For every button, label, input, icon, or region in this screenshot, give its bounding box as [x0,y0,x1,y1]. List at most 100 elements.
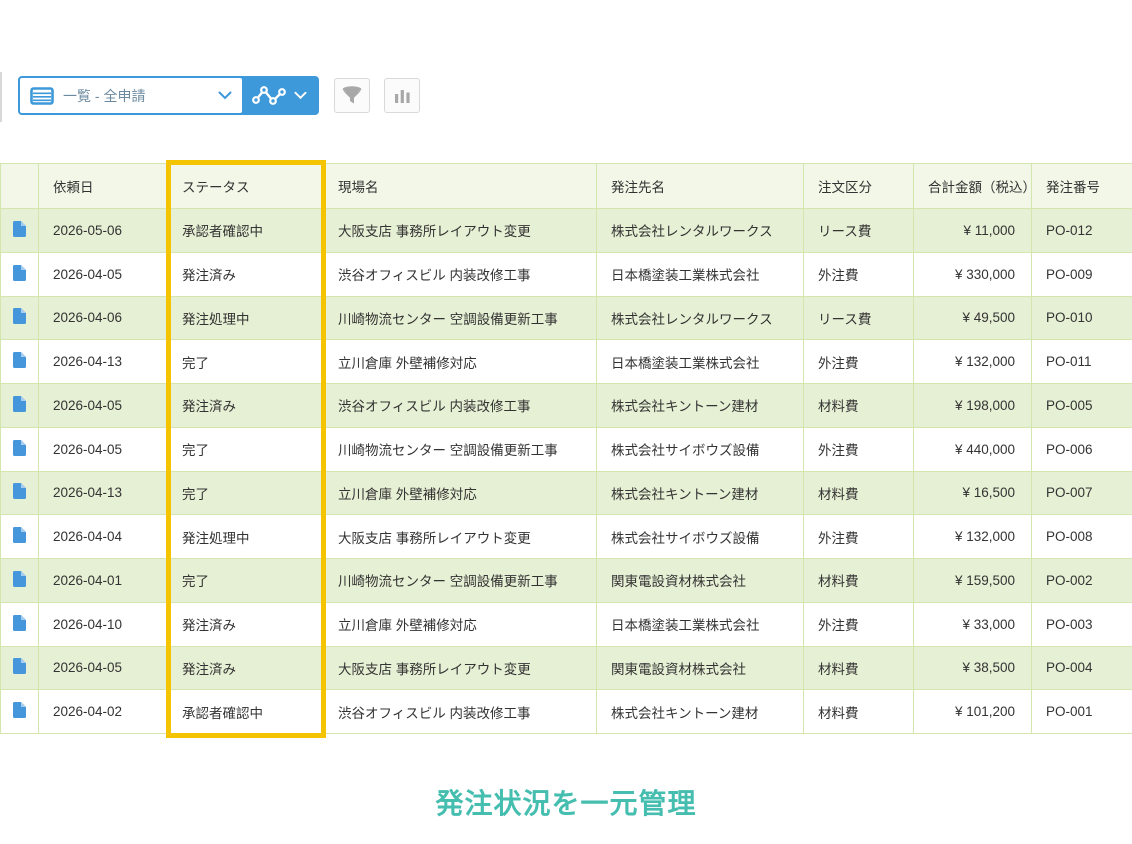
cell-po-number: PO-011 [1032,340,1132,384]
cell-request-date: 2026-04-13 [39,340,168,384]
graph-toggle-button[interactable] [242,78,317,113]
table-row[interactable]: 2026-04-01 完了 川崎物流センター 空調設備更新工事 関東電設資材株式… [1,559,1132,603]
cell-po-number: PO-012 [1032,209,1132,253]
records-table: 依頼日 ステータス 現場名 発注先名 注文区分 合計金額（税込） 発注番号 [0,163,1132,734]
table-row[interactable]: 2026-04-05 発注済み 渋谷オフィスビル 内装改修工事 株式会社キントー… [1,384,1132,428]
cell-supplier-name: 株式会社キントーン建材 [597,384,804,428]
cell-po-number: PO-001 [1032,690,1132,734]
cell-po-number: PO-003 [1032,602,1132,646]
cell-total-amount: ¥ 198,000 [914,384,1032,428]
cell-request-date: 2026-04-06 [39,296,168,340]
cell-status: 完了 [168,340,324,384]
record-icon-cell [1,296,39,340]
page-caption: 発注状況を一元管理 [0,782,1132,822]
header-site-name[interactable]: 現場名 [324,164,597,209]
cell-request-date: 2026-04-01 [39,559,168,603]
view-dropdown[interactable]: 一覧 - 全申請 [20,78,242,113]
filter-button[interactable] [334,78,370,113]
cell-supplier-name: 株式会社サイボウズ設備 [597,515,804,559]
cell-request-date: 2026-05-06 [39,209,168,253]
cell-po-number: PO-005 [1032,384,1132,428]
table-row[interactable]: 2026-04-13 完了 立川倉庫 外壁補修対応 株式会社キントーン建材 材料… [1,471,1132,515]
cell-site-name: 大阪支店 事務所レイアウト変更 [324,646,597,690]
cell-order-category: 外注費 [804,252,914,296]
table-row[interactable]: 2026-04-10 発注済み 立川倉庫 外壁補修対応 日本橋塗装工業株式会社 … [1,602,1132,646]
cell-total-amount: ¥ 101,200 [914,690,1032,734]
cell-status: 完了 [168,427,324,471]
cell-total-amount: ¥ 49,500 [914,296,1032,340]
document-icon[interactable] [13,571,26,587]
header-icon-column [1,164,39,209]
cell-status: 完了 [168,471,324,515]
records-table-container: 依頼日 ステータス 現場名 発注先名 注文区分 合計金額（税込） 発注番号 [0,163,1132,735]
cell-po-number: PO-004 [1032,646,1132,690]
cell-supplier-name: 株式会社キントーン建材 [597,690,804,734]
cell-po-number: PO-009 [1032,252,1132,296]
table-row[interactable]: 2026-05-06 承認者確認中 大阪支店 事務所レイアウト変更 株式会社レン… [1,209,1132,253]
table-row[interactable]: 2026-04-06 発注処理中 川崎物流センター 空調設備更新工事 株式会社レ… [1,296,1132,340]
header-status[interactable]: ステータス [168,164,324,209]
header-order-category[interactable]: 注文区分 [804,164,914,209]
record-icon-cell [1,646,39,690]
document-icon[interactable] [13,352,26,368]
cell-order-category: 材料費 [804,559,914,603]
document-icon[interactable] [13,308,26,324]
view-selector-label: 一覧 - 全申請 [63,86,209,106]
cell-site-name: 立川倉庫 外壁補修対応 [324,471,597,515]
document-icon[interactable] [13,658,26,674]
cell-supplier-name: 日本橋塗装工業株式会社 [597,340,804,384]
cell-total-amount: ¥ 33,000 [914,602,1032,646]
cell-site-name: 渋谷オフィスビル 内装改修工事 [324,690,597,734]
document-icon[interactable] [13,702,26,718]
header-po-number[interactable]: 発注番号 [1032,164,1132,209]
cell-po-number: PO-002 [1032,559,1132,603]
funnel-icon [341,86,363,105]
cell-order-category: 材料費 [804,471,914,515]
document-icon[interactable] [13,440,26,456]
cell-request-date: 2026-04-05 [39,427,168,471]
table-row[interactable]: 2026-04-04 発注処理中 大阪支店 事務所レイアウト変更 株式会社サイボ… [1,515,1132,559]
header-request-date[interactable]: 依頼日 [39,164,168,209]
cell-total-amount: ¥ 132,000 [914,515,1032,559]
cell-total-amount: ¥ 11,000 [914,209,1032,253]
cell-request-date: 2026-04-05 [39,646,168,690]
cell-total-amount: ¥ 38,500 [914,646,1032,690]
cell-status: 承認者確認中 [168,690,324,734]
document-icon[interactable] [13,265,26,281]
cell-status: 発注処理中 [168,296,324,340]
document-icon[interactable] [13,615,26,631]
cell-request-date: 2026-04-05 [39,252,168,296]
cell-order-category: 外注費 [804,515,914,559]
cell-request-date: 2026-04-02 [39,690,168,734]
line-graph-icon [252,86,286,106]
table-row[interactable]: 2026-04-02 承認者確認中 渋谷オフィスビル 内装改修工事 株式会社キン… [1,690,1132,734]
cell-supplier-name: 株式会社キントーン建材 [597,471,804,515]
table-row[interactable]: 2026-04-05 発注済み 渋谷オフィスビル 内装改修工事 日本橋塗装工業株… [1,252,1132,296]
cell-order-category: リース費 [804,209,914,253]
document-icon[interactable] [13,527,26,543]
document-icon[interactable] [13,396,26,412]
document-icon[interactable] [13,483,26,499]
cell-site-name: 川崎物流センター 空調設備更新工事 [324,296,597,340]
view-selector: 一覧 - 全申請 [18,76,319,115]
cell-site-name: 渋谷オフィスビル 内装改修工事 [324,252,597,296]
table-row[interactable]: 2026-04-13 完了 立川倉庫 外壁補修対応 日本橋塗装工業株式会社 外注… [1,340,1132,384]
record-icon-cell [1,384,39,428]
chart-button[interactable] [384,78,420,113]
cell-order-category: 外注費 [804,602,914,646]
cell-order-category: 材料費 [804,384,914,428]
cell-request-date: 2026-04-13 [39,471,168,515]
cell-site-name: 立川倉庫 外壁補修対応 [324,602,597,646]
record-icon-cell [1,559,39,603]
table-row[interactable]: 2026-04-05 発注済み 大阪支店 事務所レイアウト変更 関東電設資材株式… [1,646,1132,690]
record-icon-cell [1,427,39,471]
table-header-row: 依頼日 ステータス 現場名 発注先名 注文区分 合計金額（税込） 発注番号 [1,164,1132,209]
header-supplier-name[interactable]: 発注先名 [597,164,804,209]
document-icon[interactable] [13,221,26,237]
cell-site-name: 大阪支店 事務所レイアウト変更 [324,515,597,559]
table-row[interactable]: 2026-04-05 完了 川崎物流センター 空調設備更新工事 株式会社サイボウ… [1,427,1132,471]
cell-status: 発注処理中 [168,515,324,559]
cell-site-name: 大阪支店 事務所レイアウト変更 [324,209,597,253]
header-total-amount[interactable]: 合計金額（税込） [914,164,1032,209]
cell-site-name: 渋谷オフィスビル 内装改修工事 [324,384,597,428]
